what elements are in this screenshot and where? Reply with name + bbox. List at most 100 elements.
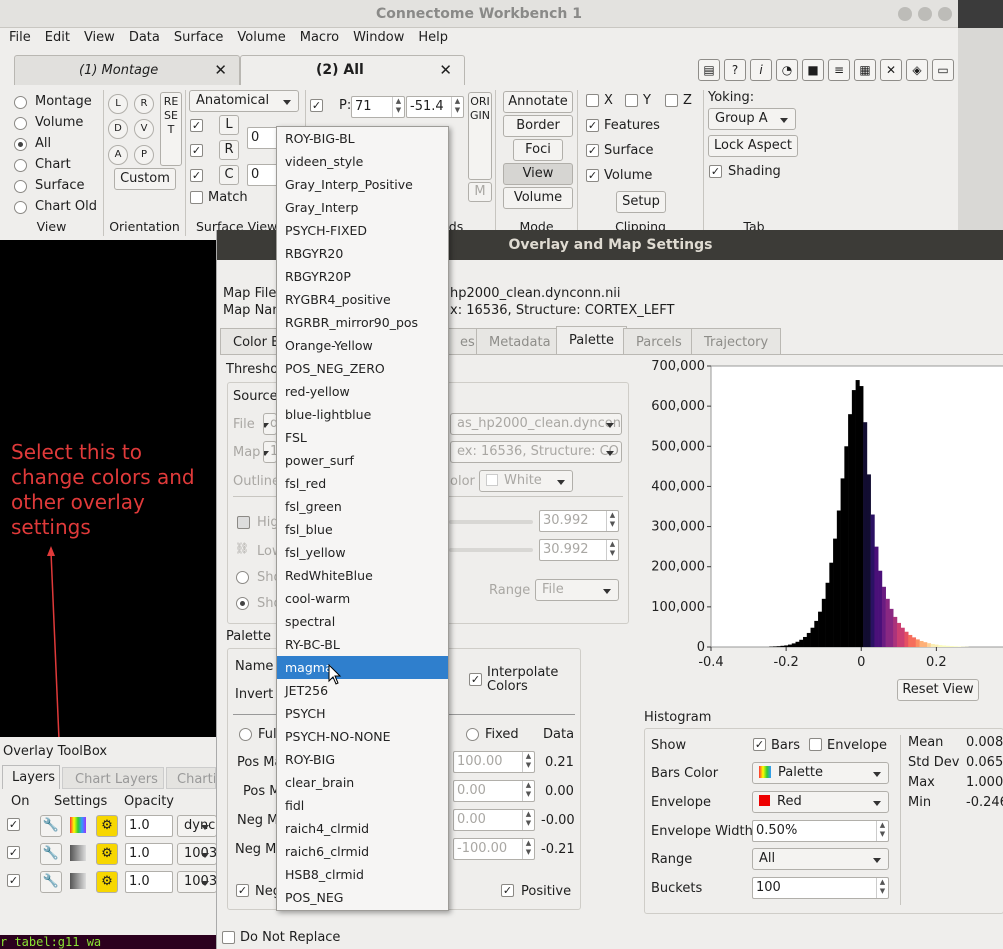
neg-min-field[interactable]: 0.00 ▲ ▼ xyxy=(453,809,535,831)
spin-arrows-icon[interactable]: ▲ ▼ xyxy=(522,781,534,801)
envelope-checkbox[interactable] xyxy=(809,738,822,751)
reset-view-button[interactable]: Reset View xyxy=(897,679,979,701)
clip-y-checkbox[interactable] xyxy=(625,94,638,107)
palette-option[interactable]: FSL xyxy=(277,426,448,449)
l-button[interactable]: L xyxy=(219,115,239,135)
clip-x-checkbox[interactable] xyxy=(586,94,599,107)
clip-z-checkbox[interactable] xyxy=(665,94,678,107)
opacity-field[interactable]: 1.0 xyxy=(125,843,173,865)
palette-option[interactable]: spectral xyxy=(277,610,448,633)
close-icon[interactable]: ✕ xyxy=(439,61,452,79)
layers-icon[interactable]: ◈ xyxy=(906,59,928,81)
interpolate-checkbox[interactable]: ✓ xyxy=(469,673,482,686)
wrench-icon[interactable]: 🔧 xyxy=(40,815,62,837)
palette-option[interactable]: JET256 xyxy=(277,679,448,702)
palette-option[interactable]: RedWhiteBlue xyxy=(277,564,448,587)
annotate-mode-button[interactable]: Annotate xyxy=(503,91,573,113)
wrench-icon[interactable]: 🔧 xyxy=(40,871,62,893)
palette-option[interactable]: ROY-BIG xyxy=(277,748,448,771)
yoking-select[interactable]: Group A xyxy=(708,108,796,130)
clip-surface-checkbox[interactable]: ✓ xyxy=(586,144,599,157)
high-field[interactable]: 30.992 ▲ ▼ xyxy=(539,510,619,532)
spin-arrows-icon[interactable]: ▲ ▼ xyxy=(522,810,534,830)
lock-aspect-button[interactable]: Lock Aspect xyxy=(708,135,798,157)
layer-file-select[interactable]: 10030 xyxy=(177,843,217,865)
spin-arrows-icon[interactable]: ▲ ▼ xyxy=(876,821,888,841)
show-radio-2[interactable] xyxy=(236,597,249,610)
menu-macro[interactable]: Macro xyxy=(291,28,344,45)
clapper-icon[interactable]: ▦ xyxy=(854,59,876,81)
r-button[interactable]: R xyxy=(219,140,239,160)
origin-button[interactable]: ORIGIN xyxy=(468,92,492,180)
pos-max-field[interactable]: 100.00 ▲ ▼ xyxy=(453,751,535,773)
neg-max-field[interactable]: -100.00 ▲ ▼ xyxy=(453,838,535,860)
threshold-file-select[interactable]: as_hp2000_clean.dyncon xyxy=(450,413,622,435)
palette-option[interactable]: POS_NEG_ZERO xyxy=(277,357,448,380)
menu-window[interactable]: Window xyxy=(344,28,409,45)
palette-icon[interactable] xyxy=(70,817,86,833)
low-slider[interactable] xyxy=(449,548,533,552)
bars-checkbox[interactable]: ✓ xyxy=(753,738,766,751)
palette-option[interactable]: RBGYR20P xyxy=(277,265,448,288)
tab-parcels[interactable]: Parcels xyxy=(623,328,695,354)
palette-option[interactable]: cool-warm xyxy=(277,587,448,610)
palette-option[interactable]: ROY-BIG-BL xyxy=(277,127,448,150)
negative-checkbox[interactable]: ✓ xyxy=(236,884,249,897)
toolbox-icon[interactable]: ▭ xyxy=(932,59,954,81)
tools-icon[interactable]: ✕ xyxy=(880,59,902,81)
palette-option[interactable]: raich6_clrmid xyxy=(277,840,448,863)
menu-help[interactable]: Help xyxy=(409,28,453,45)
opacity-field[interactable]: 1.0 xyxy=(125,815,173,837)
palette-option[interactable]: red-yellow xyxy=(277,380,448,403)
palette-option[interactable]: Gray_Interp xyxy=(277,196,448,219)
positive-checkbox[interactable]: ✓ xyxy=(501,884,514,897)
palette-option[interactable]: RY-BC-BL xyxy=(277,633,448,656)
palette-option[interactable]: RBGYR20 xyxy=(277,242,448,265)
outline-color-select[interactable]: White xyxy=(479,470,573,492)
do-not-replace-checkbox[interactable] xyxy=(222,931,235,944)
palette-icon[interactable] xyxy=(70,873,86,889)
spin-arrows-icon[interactable]: ▲ ▼ xyxy=(606,511,618,531)
m-button[interactable]: M xyxy=(468,182,492,202)
border-mode-button[interactable]: Border xyxy=(503,115,573,137)
link-icon[interactable]: ⛓ xyxy=(235,542,249,555)
hist-range-select[interactable]: All xyxy=(752,848,889,870)
palette-icon[interactable] xyxy=(70,845,86,861)
palette-option[interactable]: Gray_Interp_Positive xyxy=(277,173,448,196)
palette-option[interactable]: power_surf xyxy=(277,449,448,472)
clip-features-checkbox[interactable]: ✓ xyxy=(586,119,599,132)
palette-option[interactable]: HSB8_clrmid xyxy=(277,863,448,886)
high-slider[interactable] xyxy=(449,520,533,524)
spin-arrows-icon[interactable]: ▲ ▼ xyxy=(392,97,404,117)
tab-chart-layers[interactable]: Chart Layers xyxy=(62,767,164,789)
metadata-icon[interactable]: ⚙ xyxy=(96,843,118,865)
palette-option[interactable]: RGRBR_mirror90_pos xyxy=(277,311,448,334)
palette-option[interactable]: fsl_red xyxy=(277,472,448,495)
help-icon[interactable]: ? xyxy=(724,59,746,81)
clip-volume-checkbox[interactable]: ✓ xyxy=(586,169,599,182)
volume-mode-button[interactable]: Volume xyxy=(503,187,573,209)
p-index-field[interactable]: 71 ▲ ▼ xyxy=(351,96,405,118)
tab-trajectory[interactable]: Trajectory xyxy=(691,328,782,354)
envelope-width-field[interactable]: 0.50% ▲ ▼ xyxy=(752,820,889,842)
minimize-button[interactable] xyxy=(898,7,912,21)
show-radio-1[interactable] xyxy=(236,571,249,584)
palette-option[interactable]: RYGBR4_positive xyxy=(277,288,448,311)
pos-min-field[interactable]: 0.00 ▲ ▼ xyxy=(453,780,535,802)
palette-option[interactable]: fsl_yellow xyxy=(277,541,448,564)
close-icon[interactable]: ✕ xyxy=(214,61,227,79)
clipping-setup-button[interactable]: Setup xyxy=(616,191,666,213)
tab-all[interactable]: (2) All ✕ xyxy=(240,55,465,85)
shading-checkbox[interactable]: ✓ xyxy=(709,165,722,178)
palette-option[interactable]: POS_NEG xyxy=(277,886,448,909)
identify-icon[interactable]: i xyxy=(750,59,772,81)
full-radio[interactable] xyxy=(239,728,252,741)
envelope-color-select[interactable]: Red xyxy=(752,791,889,813)
palette-option[interactable]: PSYCH-NO-NONE xyxy=(277,725,448,748)
palette-option[interactable]: videen_style xyxy=(277,150,448,173)
tab-charting[interactable]: Chartin xyxy=(166,767,216,789)
spin-arrows-icon[interactable]: ▲ ▼ xyxy=(606,540,618,560)
maximize-button[interactable] xyxy=(918,7,932,21)
spin-arrows-icon[interactable]: ▲ ▼ xyxy=(522,752,534,772)
palette-option[interactable]: magma xyxy=(277,656,448,679)
